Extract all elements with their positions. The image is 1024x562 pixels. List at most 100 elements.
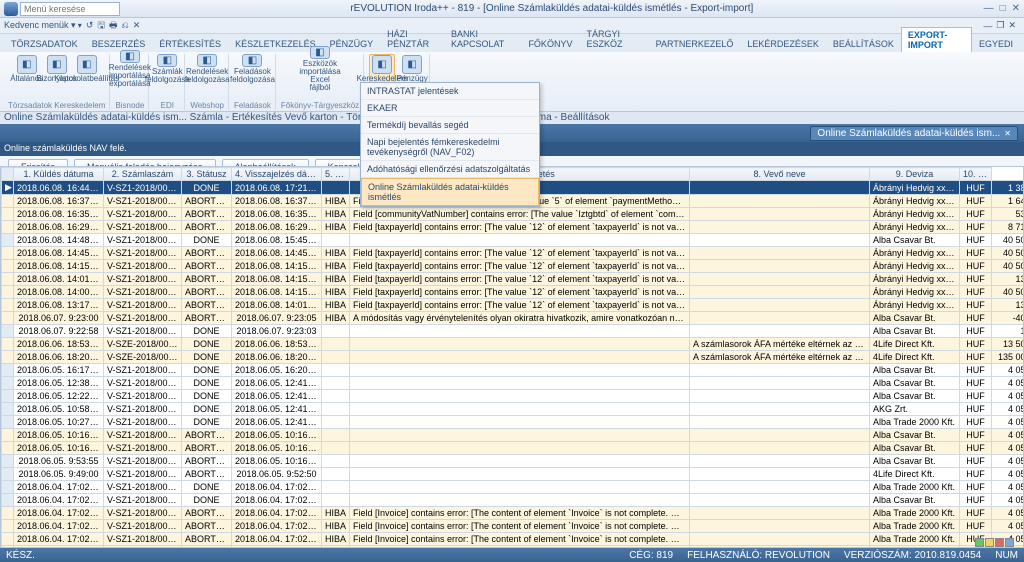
ribbon-button[interactable]: ◧Rendelések importálása exportálása xyxy=(117,54,143,84)
minimize-icon[interactable]: — xyxy=(984,3,994,14)
table-row[interactable]: 2018.06.08. 14:45:01V-SZ1-2018/00196ABOR… xyxy=(2,247,1024,260)
ribbon-tab[interactable]: BESZERZÉS xyxy=(85,36,153,52)
mdi-restore-icon[interactable]: ❐ xyxy=(996,20,1004,31)
table-cell: ABORTED xyxy=(182,533,232,546)
table-cell: 2018.06.06. 18:20:00 xyxy=(14,351,104,364)
ribbon-tab[interactable]: LEKÉRDEZÉSEK xyxy=(740,36,826,52)
ribbon-button[interactable]: ◧Számlák feldolgozása xyxy=(154,54,180,84)
table-row[interactable]: 2018.06.05. 9:49:00V-SZ1-2018/00173ABORT… xyxy=(2,468,1024,481)
column-header[interactable]: 2. Számlaszám xyxy=(104,168,182,181)
menu-search-input[interactable] xyxy=(20,2,120,16)
mdi-close-icon[interactable]: ✕ xyxy=(1008,20,1016,31)
ribbon-tab[interactable]: TÖRZSADATOK xyxy=(4,36,85,52)
ribbon-button[interactable]: ◧Pénzügy xyxy=(399,54,425,84)
qa-icon[interactable]: 🖶 xyxy=(109,18,118,34)
ribbon-tab[interactable]: TÁRGYI ESZKÖZ xyxy=(579,26,648,52)
ribbon-button[interactable]: ◧Eszközök importálása Excel fájlból xyxy=(307,54,333,84)
ribbon-button[interactable]: ◧Kapcsolatbeállítás xyxy=(74,54,100,84)
qa-icon[interactable]: ⎌ xyxy=(122,20,129,31)
data-grid[interactable]: 1. Küldés dátuma2. Számlaszám3. Státusz4… xyxy=(0,166,1024,548)
app-icon[interactable] xyxy=(4,2,18,16)
column-header[interactable]: 5. Hiba xyxy=(322,168,350,181)
dropdown-item[interactable]: Adóhatósági ellenőrzési adatszolgáltatás xyxy=(361,161,539,178)
table-cell: 2018.06.08. 16:37:13 xyxy=(232,195,322,208)
favorites-menu[interactable]: Kedvenc menük ▾ xyxy=(4,20,82,31)
qa-icon[interactable]: 🖫 xyxy=(97,18,105,34)
table-cell: 2018.06.05. 9:49:00 xyxy=(14,468,104,481)
ribbon-icon: ◧ xyxy=(310,46,330,59)
table-row[interactable]: 2018.06.08. 14:01:02V-SZ1-2018/00194ABOR… xyxy=(2,273,1024,286)
table-cell: 2018.06.05. 12:41:29 xyxy=(232,377,322,390)
ribbon-button-label: Feladások feldolgozása xyxy=(230,68,275,84)
dropdown-item[interactable]: Online Számlaküldés adatai-küldés ismétl… xyxy=(361,178,539,206)
ribbon-tab[interactable]: PÉNZÜGY xyxy=(323,36,381,52)
table-cell: 2018.06.05. 16:20:06 xyxy=(232,364,322,377)
dropdown-item[interactable]: INTRASTAT jelentések xyxy=(361,83,539,100)
column-header[interactable]: 1. Küldés dátuma xyxy=(14,168,104,181)
table-row[interactable]: 2018.06.05. 10:27:00V-SZ1-2018/00176DONE… xyxy=(2,416,1024,429)
ribbon-tab[interactable]: PARTNERKEZELŐ xyxy=(649,36,741,52)
ribbon-tab[interactable]: EGYEDI xyxy=(972,36,1020,52)
table-cell: 4 050 0 xyxy=(992,429,1024,442)
table-row[interactable]: 2018.06.06. 18:20:00V-SZE-2018/00002DONE… xyxy=(2,351,1024,364)
ribbon-tab[interactable]: BANKI KAPCSOLAT xyxy=(444,26,522,52)
table-row[interactable]: 2018.06.05. 9:53:55V-SZ1-2018/00175ABORT… xyxy=(2,455,1024,468)
table-row[interactable]: 2018.06.04. 17:02:41V-SZ1-2018/00171DONE… xyxy=(2,494,1024,507)
table-row[interactable]: 2018.06.05. 10:58:00V-SZ1-2018/00177DONE… xyxy=(2,403,1024,416)
column-header[interactable]: 4. Visszajelzés dátuma xyxy=(232,168,322,181)
table-cell: V-SZ1-2018/00182 xyxy=(104,364,182,377)
table-row[interactable]: 2018.06.07. 9:23:00V-SZ1-2018/00189ABORT… xyxy=(2,312,1024,325)
table-row[interactable]: 2018.06.04. 17:02:36V-SZ1-2018/00167ABOR… xyxy=(2,507,1024,520)
indicator-green-icon xyxy=(975,538,984,547)
table-row[interactable]: 2018.06.06. 18:53:00V-SZE-2018/00003DONE… xyxy=(2,338,1024,351)
ribbon-button[interactable]: ◧Rendelések feldolgozása xyxy=(194,54,220,84)
ribbon-tab[interactable]: BEÁLLÍTÁSOK xyxy=(826,36,901,52)
ribbon-button[interactable]: ◧Kereskedelem xyxy=(369,54,395,84)
tab-close-icon[interactable]: ✕ xyxy=(1004,129,1011,138)
table-row[interactable]: 2018.06.08. 14:48:05V-SZ1-2018/00198DONE… xyxy=(2,234,1024,247)
table-row[interactable]: 2018.06.04. 17:02:36V-SZ1-2018/00168ABOR… xyxy=(2,520,1024,533)
mdi-min-icon[interactable]: — xyxy=(983,21,992,31)
table-cell: ABORTED xyxy=(182,247,232,260)
table-row[interactable]: 2018.06.04. 17:02:36V-SZ1-2018/00164ABOR… xyxy=(2,533,1024,546)
qa-icon[interactable]: ↺ xyxy=(86,20,94,31)
dropdown-item[interactable]: Napi bejelentés fémkereskedelmi tevékeny… xyxy=(361,134,539,161)
column-header[interactable]: 3. Státusz xyxy=(182,168,232,181)
table-cell: 2018.06.06. 18:53:25 xyxy=(232,338,322,351)
table-cell: 2018.06.08. 14:15:13 xyxy=(232,286,322,299)
table-row[interactable]: 2018.06.05. 12:22:00V-SZ1-2018/00179DONE… xyxy=(2,390,1024,403)
column-header[interactable]: 8. Vevő neve xyxy=(690,168,870,181)
ribbon-tab[interactable]: HÁZI PÉNZTÁR xyxy=(380,26,444,52)
ribbon-tab[interactable]: KÉSZLETKEZELÉS xyxy=(228,36,323,52)
table-row[interactable]: 2018.06.04. 17:02:57V-SZ1-2018/00169DONE… xyxy=(2,481,1024,494)
table-row[interactable]: 2018.06.08. 16:35:03V-SZ1-2018/00200ABOR… xyxy=(2,208,1024,221)
table-cell: ABORTED xyxy=(182,312,232,325)
table-row[interactable]: 2018.06.05. 10:16:00V-SZ1-2018/00175ABOR… xyxy=(2,442,1024,455)
table-row[interactable]: 2018.06.07. 9:22:58V-SZ1-2018/00186DONE2… xyxy=(2,325,1024,338)
document-tab[interactable]: Online Számlaküldés adatai-küldés ism...… xyxy=(810,126,1018,141)
close-icon[interactable]: ✕ xyxy=(1012,3,1020,14)
table-row[interactable]: 2018.06.08. 14:15:02V-SZ1-2018/00197ABOR… xyxy=(2,260,1024,273)
table-row[interactable]: 2018.06.05. 16:17:00V-SZ1-2018/00182DONE… xyxy=(2,364,1024,377)
table-row[interactable]: 2018.06.05. 10:16:00V-SZ1-2018/00175ABOR… xyxy=(2,429,1024,442)
table-cell: HIBA xyxy=(322,260,350,273)
table-row[interactable]: 2018.06.08. 16:29:00V-SZ1-2018/00199ABOR… xyxy=(2,221,1024,234)
qa-icon[interactable]: ✕ xyxy=(133,20,141,31)
dropdown-item[interactable]: Termékdíj bevallás segéd xyxy=(361,117,539,134)
column-header[interactable]: 9. Deviza xyxy=(870,168,960,181)
ribbon-tab[interactable]: FŐKÖNYV xyxy=(521,36,579,52)
restore-icon[interactable]: □ xyxy=(1000,3,1006,14)
ribbon-tab[interactable]: ÉRTÉKESÍTÉS xyxy=(152,36,228,52)
column-header[interactable]: 10. ÁFA összeg xyxy=(960,168,992,181)
column-header[interactable] xyxy=(2,168,14,181)
dropdown-item[interactable]: EKAER xyxy=(361,100,539,117)
table-row[interactable]: 2018.06.05. 12:38:00V-SZ1-2018/00181DONE… xyxy=(2,377,1024,390)
table-cell: 2018.06.05. 10:16:00 xyxy=(14,429,104,442)
table-row[interactable]: 2018.06.08. 14:00:59V-SZ1-2018/00195ABOR… xyxy=(2,286,1024,299)
ribbon-button[interactable]: ◧Feladások feldolgozása xyxy=(239,54,265,84)
table-cell: HUF xyxy=(960,377,992,390)
table-cell xyxy=(690,520,870,533)
ribbon-tab[interactable]: EXPORT-IMPORT xyxy=(901,27,972,52)
table-cell: V-SZ1-2018/00177 xyxy=(104,403,182,416)
table-row[interactable]: 2018.06.08. 13:17:03V-SZ1-2018/00193ABOR… xyxy=(2,299,1024,312)
